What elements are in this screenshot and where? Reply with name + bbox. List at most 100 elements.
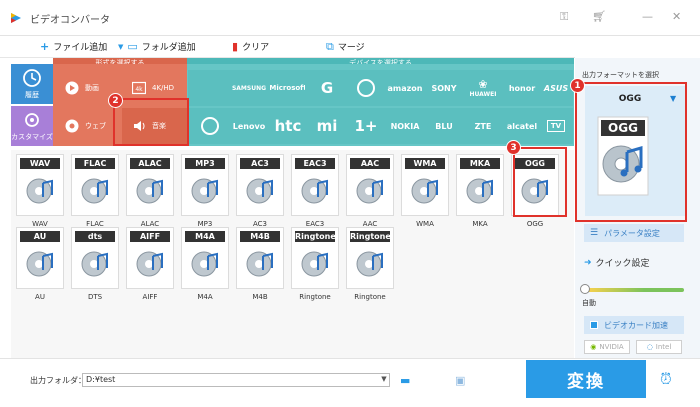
brand-alcatel[interactable]: alcatel — [500, 108, 544, 144]
format-tile[interactable]: dts DTS — [69, 227, 121, 301]
format-tile[interactable]: WMA WMA — [399, 154, 451, 228]
motorola-icon — [201, 117, 219, 135]
format-tile[interactable]: M4B M4B — [234, 227, 286, 301]
brand-huawei-label: HUAWEI — [469, 91, 497, 98]
brand-amazon[interactable]: amazon — [383, 70, 427, 106]
format-tile-icon: M4A — [181, 227, 229, 289]
folder-dropdown-icon[interactable]: ▼ — [379, 375, 389, 385]
format-tile[interactable]: FLAC FLAC — [69, 154, 121, 228]
brand-xiaomi[interactable]: mi — [305, 108, 349, 144]
merge-button[interactable]: ⧉ マージ — [326, 40, 365, 54]
add-file-button[interactable]: + ファイル追加 — [40, 39, 108, 54]
brand-sony[interactable]: SONY — [422, 70, 466, 106]
intel-label: Intel — [655, 343, 672, 351]
brand-htc[interactable]: htc — [266, 108, 310, 144]
title-bar: ビデオコンバータ ⚿ 🛒︎ — ✕ — [0, 0, 700, 36]
plus-icon: + — [40, 39, 50, 53]
format-tile-label: AIFF — [142, 293, 158, 301]
brand-zte[interactable]: ZTE — [461, 108, 505, 144]
chip-icon — [590, 321, 598, 329]
brand-microsoft[interactable]: Microsoft — [266, 70, 310, 106]
chrome-icon — [65, 119, 79, 133]
minimize-icon[interactable]: — — [642, 10, 653, 23]
add-folder-button[interactable]: ▼ ▭ フォルダ追加 — [118, 39, 196, 54]
brand-blu[interactable]: BLU — [422, 108, 466, 144]
brand-lenovo[interactable]: Lenovo — [227, 108, 271, 144]
folder-info-icon[interactable]: ▣ — [455, 374, 465, 387]
format-web[interactable]: ウェブ — [55, 108, 120, 144]
nvidia-icon: ◉ — [590, 343, 597, 351]
open-folder-icon[interactable]: ▬ — [400, 374, 410, 387]
close-icon[interactable]: ✕ — [672, 10, 681, 23]
quality-slider-handle[interactable] — [580, 284, 590, 294]
huawei-icon: ❀ — [478, 78, 488, 91]
trash-icon: ▮ — [232, 39, 239, 53]
audio-disc-icon — [81, 178, 108, 204]
format-tile[interactable]: AIFF AIFF — [124, 227, 176, 301]
gpu-acceleration-button[interactable]: ビデオカード加速 — [584, 316, 684, 334]
convert-button[interactable]: 変換 — [526, 360, 646, 398]
folder-add-icon: ▭ — [127, 39, 138, 53]
output-format-highlight — [575, 82, 687, 222]
format-tile[interactable]: WAV WAV — [14, 154, 66, 228]
format-tile[interactable]: AAC AAC — [344, 154, 396, 228]
brand-google[interactable]: G — [305, 70, 349, 106]
sliders-icon: ☰ — [590, 228, 599, 238]
brand-nokia[interactable]: NOKIA — [383, 108, 427, 144]
brand-lg[interactable] — [344, 70, 388, 106]
quality-slider-track[interactable] — [584, 288, 684, 292]
format-tile[interactable]: ALAC ALAC — [124, 154, 176, 228]
format-tile-icon: EAC3 — [291, 154, 339, 216]
format-tile[interactable]: MP3 MP3 — [179, 154, 231, 228]
format-tile[interactable]: AC3 AC3 — [234, 154, 286, 228]
tab-history[interactable]: 履歴 — [11, 64, 53, 104]
tab-custom[interactable]: カスタマイズ — [11, 106, 53, 146]
audio-disc-icon — [356, 178, 383, 204]
format-tile-code: MKA — [460, 158, 500, 169]
callout-badge-3: 3 — [506, 140, 521, 155]
clear-button[interactable]: ▮ クリア — [232, 39, 270, 54]
clear-label: クリア — [242, 43, 270, 53]
audio-disc-icon — [246, 178, 273, 204]
brand-apple[interactable] — [188, 70, 232, 106]
format-tile-label: M4A — [197, 293, 213, 301]
alarm-clock-icon[interactable]: ⏰︎ — [660, 370, 672, 388]
brand-huawei[interactable]: ❀ HUAWEI — [461, 70, 505, 106]
output-folder-input[interactable]: D:¥test — [82, 373, 390, 387]
key-icon[interactable]: ⚿ — [560, 10, 568, 24]
format-tile[interactable]: Ringtone Ringtone — [344, 227, 396, 301]
audio-disc-icon — [356, 251, 383, 277]
audio-disc-icon — [26, 178, 53, 204]
brand-oneplus[interactable]: 1+ — [344, 108, 388, 144]
cart-icon[interactable]: 🛒︎ — [592, 10, 606, 23]
format-tile-code: FLAC — [75, 158, 115, 169]
intel-badge[interactable]: ◌ Intel — [636, 340, 682, 354]
audio-disc-icon — [301, 178, 328, 204]
format-tile-icon: AAC — [346, 154, 394, 216]
nvidia-badge[interactable]: ◉ NVIDIA — [584, 340, 630, 354]
format-grid: WAV WAV FLAC FLAC ALAC ALAC MP3 MP3 AC3 AC3 EAC3 EA… — [11, 150, 574, 358]
callout-badge-2: 2 — [108, 93, 123, 108]
format-tile-code: MP3 — [185, 158, 225, 169]
format-tile-label: DTS — [87, 293, 103, 301]
quick-settings: ➜ クイック設定 — [584, 256, 650, 270]
brand-samsung[interactable]: SAMSUNG — [227, 70, 271, 106]
svg-text:4k: 4k — [135, 86, 143, 93]
format-tile[interactable]: Ringtone Ringtone — [289, 227, 341, 301]
audio-disc-icon — [191, 178, 218, 204]
brand-tv[interactable]: TV — [539, 108, 573, 144]
format-tile-icon: Ringtone — [346, 227, 394, 289]
format-tile[interactable]: M4A M4A — [179, 227, 231, 301]
brand-asus[interactable]: ASUS — [539, 70, 573, 106]
brand-honor[interactable]: honor — [500, 70, 544, 106]
format-tile-code: AU — [20, 231, 60, 242]
parameter-settings-button[interactable]: ☰ パラメータ設定 — [584, 224, 684, 242]
brand-motorola[interactable] — [188, 108, 232, 144]
add-file-label: ファイル追加 — [53, 43, 108, 53]
format-tile[interactable]: AU AU — [14, 227, 66, 301]
format-tile[interactable]: EAC3 EAC3 — [289, 154, 341, 228]
app-title: ビデオコンバータ — [30, 15, 110, 26]
add-folder-label: フォルダ追加 — [141, 43, 196, 53]
format-tile[interactable]: MKA MKA — [454, 154, 506, 228]
quick-settings-label: クイック設定 — [595, 259, 650, 269]
